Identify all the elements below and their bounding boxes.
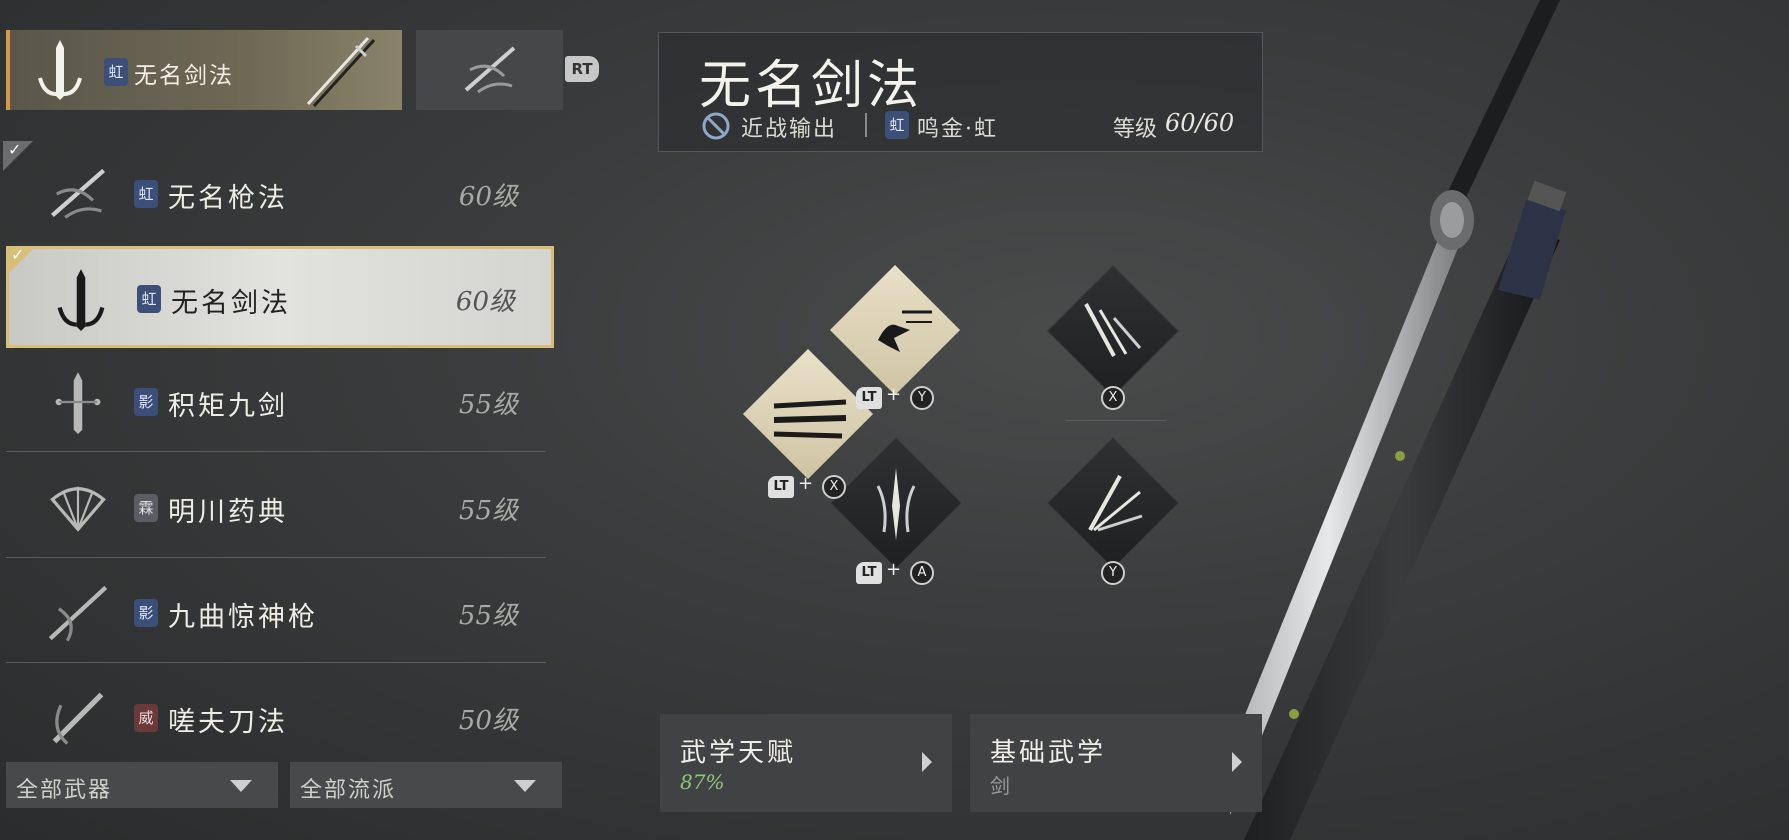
talent-progress: 87% (680, 770, 725, 794)
sword-art-icon (57, 269, 105, 331)
divider (6, 662, 546, 663)
lt-button: LT (856, 387, 882, 409)
spear-art-icon (464, 46, 516, 94)
weapon-detail-header: 无名剑法 近战输出 虹 鸣金·虹 等级 60/60 (658, 32, 1263, 152)
a-button: A (910, 561, 934, 585)
spear-art-icon (50, 168, 106, 219)
weapon-level: 60级 (455, 287, 515, 317)
x-button: X (822, 475, 846, 499)
lt-button: LT (768, 476, 794, 498)
divider (6, 557, 546, 558)
weapon-filter-label: 全部武器 (16, 778, 113, 803)
weapon-level: 60级 (458, 182, 518, 212)
weapon-path: 鸣金·虹 (917, 117, 998, 142)
plus-sign: + (886, 384, 902, 405)
divider (6, 451, 546, 452)
school-badge: 虹 (134, 180, 158, 208)
y-button: Y (910, 386, 934, 410)
divider (1066, 420, 1166, 421)
martial-talent-panel[interactable]: 武学天赋 87% (660, 714, 952, 812)
weapon-role: 近战输出 (741, 117, 838, 142)
lt-button: LT (856, 562, 882, 584)
chevron-down-icon (230, 780, 252, 792)
sword-dance-icon (876, 468, 916, 540)
school-badge: 虹 (137, 285, 161, 313)
school-badge: 霖 (134, 494, 158, 522)
sword-weapon-icon (306, 36, 376, 108)
burst-slash-icon (1088, 475, 1143, 532)
plus-sign: + (798, 473, 814, 494)
sword-art-icon (38, 40, 82, 100)
basic-martial-panel[interactable]: 基础武学 剑 (970, 714, 1262, 812)
chevron-right-icon (922, 752, 932, 772)
weapon-list-item[interactable]: ✓ 虹无名剑法 60级 (6, 245, 554, 348)
weapon-list-item[interactable]: ✓ 虹无名枪法 60级 (3, 140, 554, 244)
blade-icon (52, 692, 104, 745)
rt-button-prompt[interactable]: RT (565, 56, 599, 82)
weapon-name: 无名剑法 (171, 288, 291, 319)
triple-slash-icon (773, 399, 847, 439)
fan-icon (50, 486, 106, 532)
path-badge: 虹 (104, 58, 128, 86)
talent-title: 武学天赋 (680, 738, 797, 768)
weapon-level: 50级 (458, 706, 518, 736)
claw-slash-icon (1084, 303, 1142, 357)
chevron-right-icon (1232, 752, 1242, 772)
school-badge: 影 (134, 388, 158, 416)
school-filter-label: 全部流派 (300, 778, 397, 803)
weapon-name: 明川药典 (168, 497, 288, 528)
weapon-name: 九曲惊神枪 (168, 602, 318, 633)
checkmark-glyph: ✓ (8, 140, 22, 159)
plus-sign: + (886, 559, 902, 580)
weapon-list-item[interactable]: 霖明川药典 55级 (6, 458, 554, 558)
weapon-title: 无名剑法 (699, 56, 924, 116)
level-value: 60/60 (1165, 109, 1235, 137)
weapon-name: 无名枪法 (168, 183, 288, 214)
weapon-name: 嗟夫刀法 (168, 707, 288, 738)
leap-strike-icon (878, 310, 932, 352)
weapon-list-item[interactable]: 威嗟夫刀法 50级 (6, 668, 554, 768)
chevron-down-icon (514, 780, 536, 792)
path-badge: 虹 (885, 111, 909, 139)
weapon-level: 55级 (458, 496, 518, 526)
basic-title: 基础武学 (990, 738, 1107, 768)
weapon-level: 55级 (458, 390, 518, 420)
school-badge: 威 (134, 704, 158, 732)
y-button: Y (1101, 561, 1125, 585)
nine-sword-icon (55, 372, 101, 434)
divider (865, 113, 867, 137)
equipped-primary-slot[interactable]: 虹 无名剑法 (6, 30, 402, 110)
equipped-weapon-name: 无名剑法 (134, 63, 234, 89)
sword-illustration (1230, 0, 1567, 840)
level-label: 等级 (1113, 117, 1158, 142)
equipped-secondary-slot[interactable] (416, 30, 563, 110)
weapon-filter-dropdown[interactable]: 全部武器 (6, 762, 278, 808)
weapon-name: 积矩九剑 (168, 391, 288, 422)
melee-role-icon (702, 112, 730, 140)
checkmark-glyph: ✓ (11, 245, 25, 264)
school-filter-dropdown[interactable]: 全部流派 (290, 762, 562, 808)
school-badge: 影 (134, 599, 158, 627)
basic-weapon-type: 剑 (990, 774, 1010, 798)
weapon-level: 55级 (458, 601, 518, 631)
weapon-list-item[interactable]: 影积矩九剑 55级 (6, 352, 554, 452)
weapon-list-item[interactable]: 影九曲惊神枪 55级 (6, 563, 554, 663)
x-button: X (1101, 386, 1125, 410)
spear-icon (48, 585, 108, 642)
